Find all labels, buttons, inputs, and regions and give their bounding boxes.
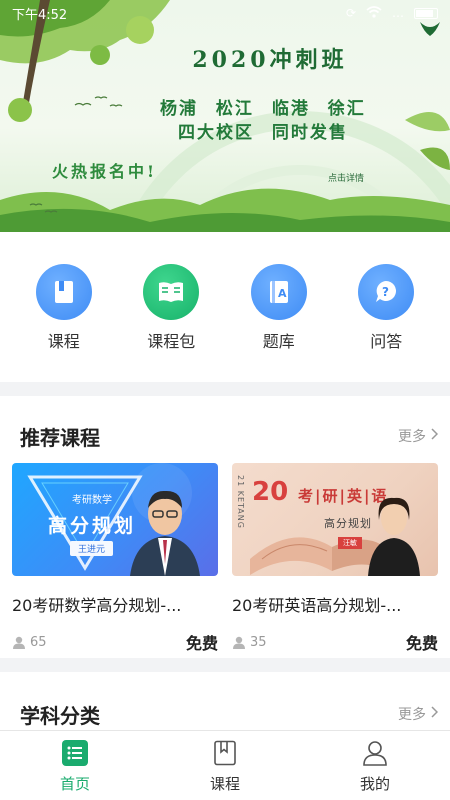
- more-label: 更多: [398, 707, 426, 723]
- section-title: 学科分类: [20, 703, 100, 728]
- quick-nav-label: 课程: [47, 332, 80, 351]
- open-book-icon: [143, 264, 200, 320]
- course-title: 20考研数学高分规划-...: [12, 596, 182, 615]
- chevron-right-icon: [430, 428, 439, 444]
- tab-home[interactable]: 首页: [25, 731, 125, 800]
- thumbnail-side-text: 21 KETANG: [236, 475, 245, 529]
- tab-courses[interactable]: 课程: [175, 731, 275, 800]
- course-thumbnail: 21 KETANG 20 考|研|英|语 高分规划 汪敏: [232, 463, 438, 576]
- quick-nav-qa[interactable]: ? 问答: [341, 264, 431, 382]
- student-count-value: 65: [30, 634, 47, 650]
- more-link[interactable]: 更多: [398, 704, 439, 724]
- subject-section: 学科分类 更多: [0, 672, 450, 732]
- recommend-section: 推荐课程 更多 考研数学 高分规划 王进元 20考研数学高分规划-... 65 …: [0, 396, 450, 658]
- promo-banner[interactable]: 下午4:52 ⟳ … 2020冲刺班 杨浦 松江 临港 徐汇 四大校区 同时发售…: [0, 0, 450, 232]
- status-time: 下午4:52: [12, 7, 68, 23]
- banner-sale-note: 四大校区 同时发售: [178, 123, 348, 143]
- sync-icon: ⟳: [345, 6, 356, 20]
- question-bubble-icon: ?: [358, 264, 415, 320]
- quick-nav-label: 课程包: [147, 332, 196, 351]
- banner-detail-link[interactable]: 点击详情: [328, 171, 364, 184]
- student-count: 35: [232, 635, 267, 650]
- person-outline-icon: [361, 739, 389, 767]
- teacher-photo: [130, 490, 200, 576]
- quick-nav-label: 问答: [370, 332, 403, 351]
- course-cards: 考研数学 高分规划 王进元 20考研数学高分规划-... 65 免费 21 KE…: [12, 463, 438, 654]
- course-thumbnail: 考研数学 高分规划 王进元: [12, 463, 218, 576]
- more-link[interactable]: 更多: [398, 426, 439, 446]
- status-icons: ⟳ …: [345, 5, 438, 21]
- quick-nav-courses[interactable]: 课程: [19, 264, 109, 382]
- course-title: 20考研英语高分规划-...: [232, 596, 402, 615]
- thumbnail-teacher: 王进元: [70, 541, 114, 556]
- course-card[interactable]: 考研数学 高分规划 王进元 20考研数学高分规划-... 65 免费: [12, 463, 218, 654]
- question-bank-icon: A: [250, 264, 307, 320]
- user-icon: [233, 636, 245, 649]
- quick-nav-question-bank[interactable]: A 题库: [234, 264, 324, 382]
- svg-text:?: ?: [382, 285, 389, 299]
- status-extra: …: [392, 6, 404, 20]
- teacher-photo: [368, 497, 420, 576]
- status-bar: 下午4:52 ⟳ …: [0, 0, 450, 26]
- quick-nav: 课程 课程包 A 题库 ? 问答: [0, 232, 450, 382]
- course-meta: 35 免费: [232, 630, 438, 654]
- course-card[interactable]: 21 KETANG 20 考|研|英|语 高分规划 汪敏 20考研英语高分规划-…: [232, 463, 438, 654]
- tab-label: 首页: [59, 775, 90, 793]
- tab-label: 课程: [209, 775, 240, 793]
- more-label: 更多: [398, 429, 426, 445]
- section-title: 推荐课程: [20, 425, 100, 450]
- student-count: 65: [12, 635, 47, 650]
- home-list-icon: [61, 739, 89, 767]
- wifi-icon: [366, 5, 382, 21]
- user-icon: [13, 636, 25, 649]
- thumbnail-subtitle: 高分规划: [324, 517, 372, 530]
- course-meta: 65 免费: [12, 630, 218, 654]
- thumbnail-tag: 考研数学: [72, 495, 112, 506]
- student-count-value: 35: [250, 634, 267, 650]
- chevron-right-icon: [430, 706, 439, 722]
- course-price: 免费: [185, 634, 218, 653]
- course-icon: [35, 264, 92, 320]
- banner-title: 2020冲刺班: [192, 47, 348, 73]
- battery-icon: [414, 7, 438, 19]
- bottom-tab-bar: 首页 课程 我的: [0, 730, 450, 800]
- course-price: 免费: [405, 634, 438, 653]
- thumbnail-number: 20: [252, 477, 289, 507]
- banner-campuses: 杨浦 松江 临港 徐汇: [160, 99, 366, 119]
- banner-hot-text: 火热报名中!: [52, 162, 158, 181]
- thumbnail-teacher: 汪敏: [338, 537, 362, 549]
- quick-nav-label: 题库: [262, 332, 295, 351]
- thumbnail-headline: 高分规划: [48, 515, 137, 537]
- quick-nav-course-packages[interactable]: 课程包: [126, 264, 216, 382]
- tab-label: 我的: [359, 775, 390, 793]
- svg-text:A: A: [278, 287, 287, 300]
- book-outline-icon: [211, 739, 239, 767]
- tab-profile[interactable]: 我的: [325, 731, 425, 800]
